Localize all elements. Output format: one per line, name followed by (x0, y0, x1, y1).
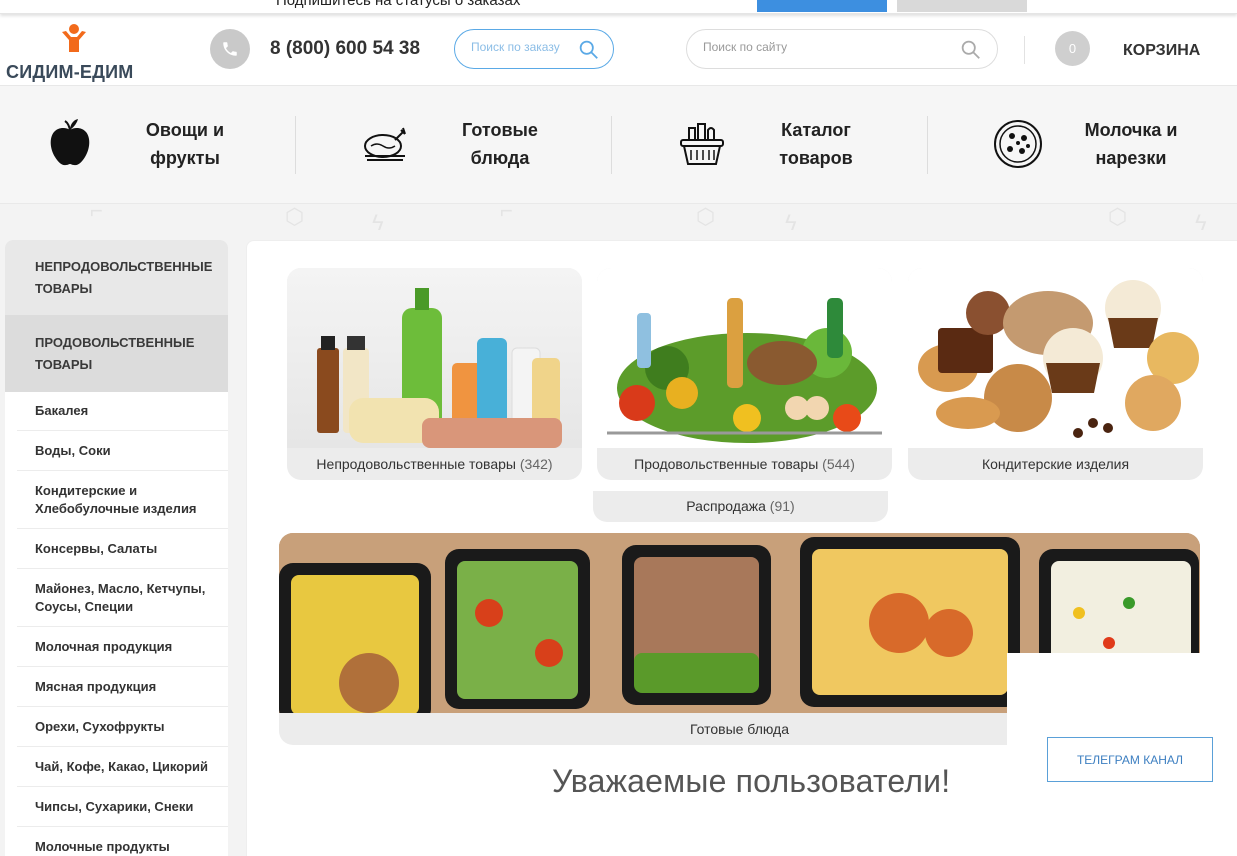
header-divider (1024, 36, 1025, 64)
category-label: Молочка и нарезки (1084, 120, 1178, 168)
tile-title: Распродажа (686, 498, 766, 514)
site-header: СИДИМ-ЕДИМ 8 (800) 600 54 38 0 КОРЗИНА (0, 14, 1237, 86)
cart-link[interactable]: КОРЗИНА (1123, 42, 1200, 60)
sidebar-item[interactable]: Бакалея (17, 392, 228, 431)
category-nav: Овощи и фрукты Готовые блюда Каталог тов… (0, 86, 1237, 204)
pattern-mark: ⬡ (696, 204, 716, 229)
category-label: Готовые блюда (462, 120, 538, 168)
logo-text: СИДИМ-ЕДИМ (6, 62, 134, 82)
sidebar-item[interactable]: Молочные продукты (17, 827, 228, 856)
order-search-box[interactable] (454, 29, 614, 69)
tile-count: (544) (822, 456, 855, 472)
tile-sale[interactable]: Распродажа (91) (593, 491, 888, 522)
category-catalog[interactable]: Каталог товаров (632, 86, 948, 204)
telegram-channel-button[interactable]: ТЕЛЕГРАМ КАНАЛ (1047, 737, 1213, 782)
sidebar-item[interactable]: Мясная продукция (17, 667, 228, 707)
cart-count-badge[interactable]: 0 (1055, 31, 1090, 66)
category-ready-meals[interactable]: Готовые блюда (316, 86, 632, 204)
sidebar-item[interactable]: Молочная продукция (17, 627, 228, 667)
sidebar-item[interactable]: Чай, Кофе, Какао, Цикорий (17, 747, 228, 787)
phone-number[interactable]: 8 (800) 600 54 38 (270, 38, 420, 60)
dismiss-button[interactable] (897, 0, 1027, 12)
category-divider (611, 116, 612, 174)
tile-caption[interactable]: Непродовольственные товары (342) (287, 448, 582, 480)
tile-nonfood[interactable]: Непродовольственные товары (342) (287, 268, 582, 480)
phone-icon (223, 42, 237, 56)
category-vegetables-fruits[interactable]: Овощи и фрукты (0, 86, 316, 204)
pattern-mark: ϟ (372, 210, 384, 235)
tile-count: (342) (519, 456, 553, 472)
category-divider (927, 116, 928, 174)
tile-title: Продовольственные товары (634, 456, 819, 472)
subscription-notice: Подпишитесь на статусы о заказах (276, 0, 521, 9)
main-content: Непродовольственные товары (342) Продово… (246, 240, 1237, 856)
category-label: Каталог товаров (779, 120, 853, 168)
pizza-icon (988, 114, 1048, 174)
sidebar-item[interactable]: Воды, Соки (17, 431, 228, 471)
pattern-mark: ⬡ (285, 204, 305, 229)
tile-title: Кондитерские изделия (981, 456, 1130, 472)
site-search-box[interactable] (686, 29, 998, 69)
sidebar-item-food[interactable]: ПРОДОВОЛЬСТВЕННЫЕ ТОВАРЫ (5, 316, 228, 392)
sidebar-item[interactable]: Чипсы, Сухарики, Снеки (17, 787, 228, 827)
sidebar-item[interactable]: Майонез, Масло, Кетчупы, Соусы, Специи (17, 569, 228, 627)
tile-count: (91) (769, 498, 795, 514)
tile-food[interactable]: Продовольственные товары (544) (597, 268, 892, 480)
pattern-mark: ϟ (1195, 210, 1207, 235)
roast-chicken-icon (356, 114, 416, 174)
tile-image (597, 268, 892, 448)
category-dairy-cold-cuts[interactable]: Молочка и нарезки (948, 86, 1237, 204)
apple-icon (40, 114, 100, 174)
search-icon[interactable] (578, 39, 599, 60)
pattern-mark: ϟ (785, 210, 797, 235)
category-divider (295, 116, 296, 174)
sidebar-item[interactable]: Кондитерские и Хлебобулочные изделия (17, 471, 228, 529)
logo[interactable]: СИДИМ-ЕДИМ (6, 22, 136, 82)
subscribe-button[interactable] (757, 0, 887, 12)
tile-confectionery[interactable]: Кондитерские изделия (908, 268, 1203, 480)
pattern-mark: ⌐ (90, 198, 103, 223)
tile-title: Непродовольственные товары (316, 456, 516, 472)
phone-icon-button[interactable] (210, 29, 250, 69)
grocery-basket-icon (672, 114, 732, 174)
sidebar-item[interactable]: Консервы, Салаты (17, 529, 228, 569)
tile-caption[interactable]: Кондитерские изделия (908, 448, 1203, 480)
welcome-heading: Уважаемые пользователи! (552, 763, 951, 799)
site-search-input[interactable] (703, 40, 953, 54)
tile-image (287, 268, 582, 448)
logo-figure-icon (62, 24, 86, 52)
pattern-mark: ⌐ (500, 198, 513, 223)
sidebar-catalog: НЕПРОДОВОЛЬСТВЕННЫЕ ТОВАРЫ ПРОДОВОЛЬСТВЕ… (5, 240, 228, 856)
pattern-mark: ⬡ (1108, 204, 1128, 229)
sidebar-item-nonfood[interactable]: НЕПРОДОВОЛЬСТВЕННЫЕ ТОВАРЫ (5, 240, 228, 316)
subscription-banner: Подпишитесь на статусы о заказах (0, 0, 1237, 14)
tile-image (908, 268, 1203, 448)
sidebar-item[interactable]: Орехи, Сухофрукты (17, 707, 228, 747)
category-label: Овощи и фрукты (145, 120, 225, 168)
search-icon[interactable] (960, 39, 981, 60)
tile-caption[interactable]: Продовольственные товары (544) (597, 448, 892, 480)
order-search-input[interactable] (471, 40, 576, 54)
